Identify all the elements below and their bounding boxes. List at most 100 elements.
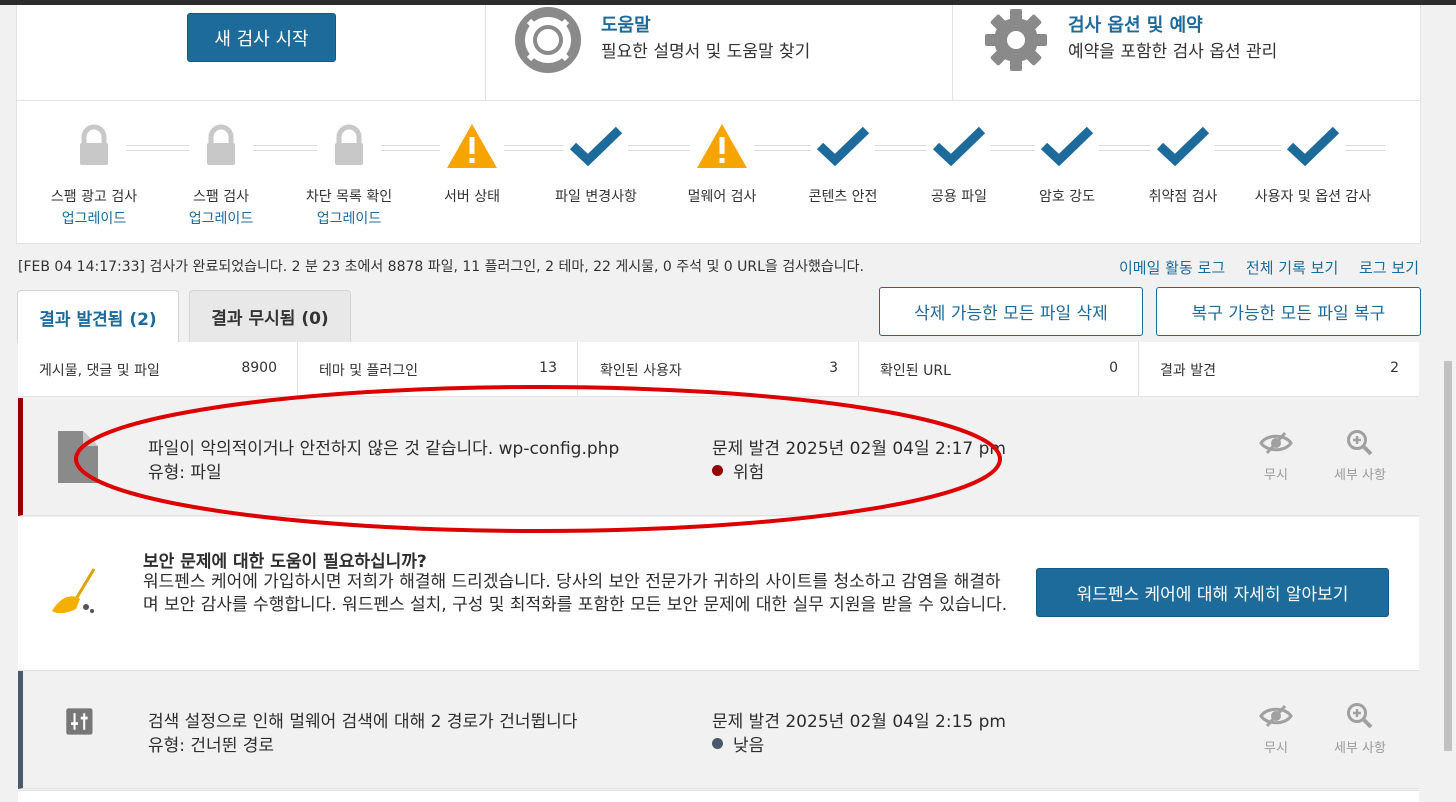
issue-row[interactable]: 검색 설정으로 인해 멀웨어 검색에 대해 2 경로가 건너뜁니다 유형: 건너… [18,671,1419,789]
ignore-button[interactable]: 무시 [1241,701,1311,756]
details-label: 세부 사항 [1334,468,1386,483]
stat-label: 확인된 URL [880,363,951,379]
stats-bar: 게시물, 댓글 및 파일 8900 테마 및 플러그인 13 확인된 사용자 3 확인… [18,342,1419,397]
checkmark-icon [1156,126,1210,167]
step-upgrade-link[interactable]: 업그레이드 [156,208,286,228]
scan-step: 파일 변경사항 [531,121,661,206]
file-icon [58,431,98,483]
step-label: 차단 목록 확인 [305,189,393,205]
warning-icon [447,124,497,168]
stat-label: 확인된 사용자 [600,363,682,379]
scan-step: 취약점 검사 [1118,121,1248,206]
stat-label: 게시물, 댓글 및 파일 [39,363,160,379]
stat-results-found: 결과 발견 2 [1139,342,1419,397]
step-status [568,121,624,171]
full-log-link[interactable]: 전체 기록 보기 [1246,259,1338,277]
scan-step: 차단 목록 확인업그레이드 [284,121,414,228]
email-activity-log-link[interactable]: 이메일 활동 로그 [1119,259,1225,277]
step-status [1285,121,1341,171]
step-label: 사용자 및 옵션 감사 [1254,189,1372,205]
start-new-scan-button[interactable]: 새 검사 시작 [187,13,336,62]
help-body: 워드펜스 케어에 가입하시면 저희가 해결해 드리겠습니다. 당사의 보안 전문… [143,572,1008,615]
step-status [193,121,249,171]
step-label: 콘텐츠 안전 [808,189,878,205]
scrollbar-thumb[interactable] [1444,361,1452,751]
severity-critical-dot [712,465,723,476]
tab-results-found[interactable]: 결과 발견됨 (2) [17,290,179,343]
zoom-in-icon [1347,430,1373,456]
severity-low-dot [712,738,723,749]
broom-icon [52,568,96,614]
step-label: 파일 변경사항 [555,189,637,205]
tab-results-ignored[interactable]: 결과 무시됨 (0) [189,290,351,342]
issue-title: 파일이 악의적이거나 안전하지 않은 것 같습니다. wp-config.php [148,439,620,459]
stat-posts-comments-files: 게시물, 댓글 및 파일 8900 [18,342,298,397]
step-label: 서버 상태 [444,189,500,205]
new-scan-column: 새 검사 시작 [17,5,486,101]
step-label: 스팸 검사 [193,189,249,205]
sliders-icon [66,708,93,735]
checkmark-icon [1286,126,1340,167]
help-title[interactable]: 도움말 [601,11,651,37]
step-label: 취약점 검사 [1148,189,1218,205]
scan-steps-panel: 스팸 광고 검사 업그레이드 스팸 검사 업그레이드 차단 목록 확인 업그레이드 서버 상… [16,100,1421,244]
issue-severity: 위험 [712,458,764,483]
step-status [1039,121,1095,171]
issue-found-date: 문제 발견 2025년 02월 04일 2:17 pm [712,439,1006,459]
lifebuoy-icon [515,7,581,73]
scan-step: 콘텐츠 안전 [778,121,908,206]
details-label: 세부 사항 [1334,741,1386,756]
step-upgrade-link[interactable]: 업그레이드 [284,208,414,228]
stat-value: 0 [1109,360,1118,376]
step-status [931,121,987,171]
scan-step: 멀웨어 검사 [657,121,787,206]
options-column[interactable]: 검사 옵션 및 예약 예약을 포함한 검사 옵션 관리 [953,5,1422,101]
lock-icon [207,124,235,165]
scan-step: 스팸 광고 검사 업그레이드 [29,121,159,228]
scan-step: 스팸 검사업그레이드 [156,121,286,228]
step-label: 멀웨어 검사 [687,189,757,205]
stat-value: 3 [829,360,838,376]
stat-value: 2 [1390,360,1399,376]
top-panel: 새 검사 시작 도움말 필요한 설명서 및 도움말 찾기 검사 옵션 및 예약 … [16,5,1421,101]
stat-value: 13 [539,360,557,376]
eye-slash-icon [1259,704,1293,728]
delete-all-deletable-button[interactable]: 삭제 가능한 모든 파일 삭제 [879,287,1143,336]
ignore-button[interactable]: 무시 [1241,428,1311,483]
scan-options-title[interactable]: 검사 옵션 및 예약 [1068,11,1203,37]
step-status [1155,121,1211,171]
checkmark-icon [816,126,870,167]
severity-label: 위험 [733,463,765,483]
gear-icon [985,9,1047,71]
view-log-link[interactable]: 로그 보기 [1359,259,1419,277]
scan-summary: [FEB 04 14:17:33] 검사가 완료되었습니다. 2 분 23 초에… [18,259,864,275]
help-subtitle: 필요한 설명서 및 도움말 찾기 [601,42,811,62]
repair-all-repairable-button[interactable]: 복구 가능한 모든 파일 복구 [1156,287,1421,336]
stat-value: 8900 [241,360,277,376]
issue-row[interactable]: 파일이 악의적이거나 안전하지 않은 것 같습니다. wp-config.php… [18,398,1419,516]
issue-found-date: 문제 발견 2025년 02월 04일 2:15 pm [712,712,1006,732]
details-button[interactable]: 세부 사항 [1325,428,1395,483]
details-button[interactable]: 세부 사항 [1325,701,1395,756]
scan-options-subtitle: 예약을 포함한 검사 옵션 관리 [1068,42,1278,62]
zoom-in-icon [1347,703,1373,729]
scan-step: 서버 상태 [407,121,537,206]
step-status [66,121,122,171]
step-status [444,121,500,171]
step-upgrade-link[interactable]: 업그레이드 [29,208,159,228]
eye-slash-icon [1259,431,1293,455]
next-row-edge [18,790,1419,802]
step-status [694,121,750,171]
vertical-scrollbar[interactable] [1440,5,1456,802]
ignore-label: 무시 [1264,468,1288,483]
issue-type: 유형: 건너뛴 경로 [148,736,275,756]
step-label: 암호 강도 [1039,189,1095,205]
help-column[interactable]: 도움말 필요한 설명서 및 도움말 찾기 [486,5,953,101]
stat-urls-checked: 확인된 URL 0 [859,342,1139,397]
lock-icon [335,124,363,165]
step-status [815,121,871,171]
checkmark-icon [569,126,623,167]
learn-more-wordfence-care-button[interactable]: 워드펜스 케어에 대해 자세히 알아보기 [1036,568,1389,617]
issue-type: 유형: 파일 [148,463,222,483]
wordfence-care-help-box: 보안 문제에 대한 도움이 필요하십니까? 워드펜스 케어에 가입하시면 저희가… [18,517,1419,671]
